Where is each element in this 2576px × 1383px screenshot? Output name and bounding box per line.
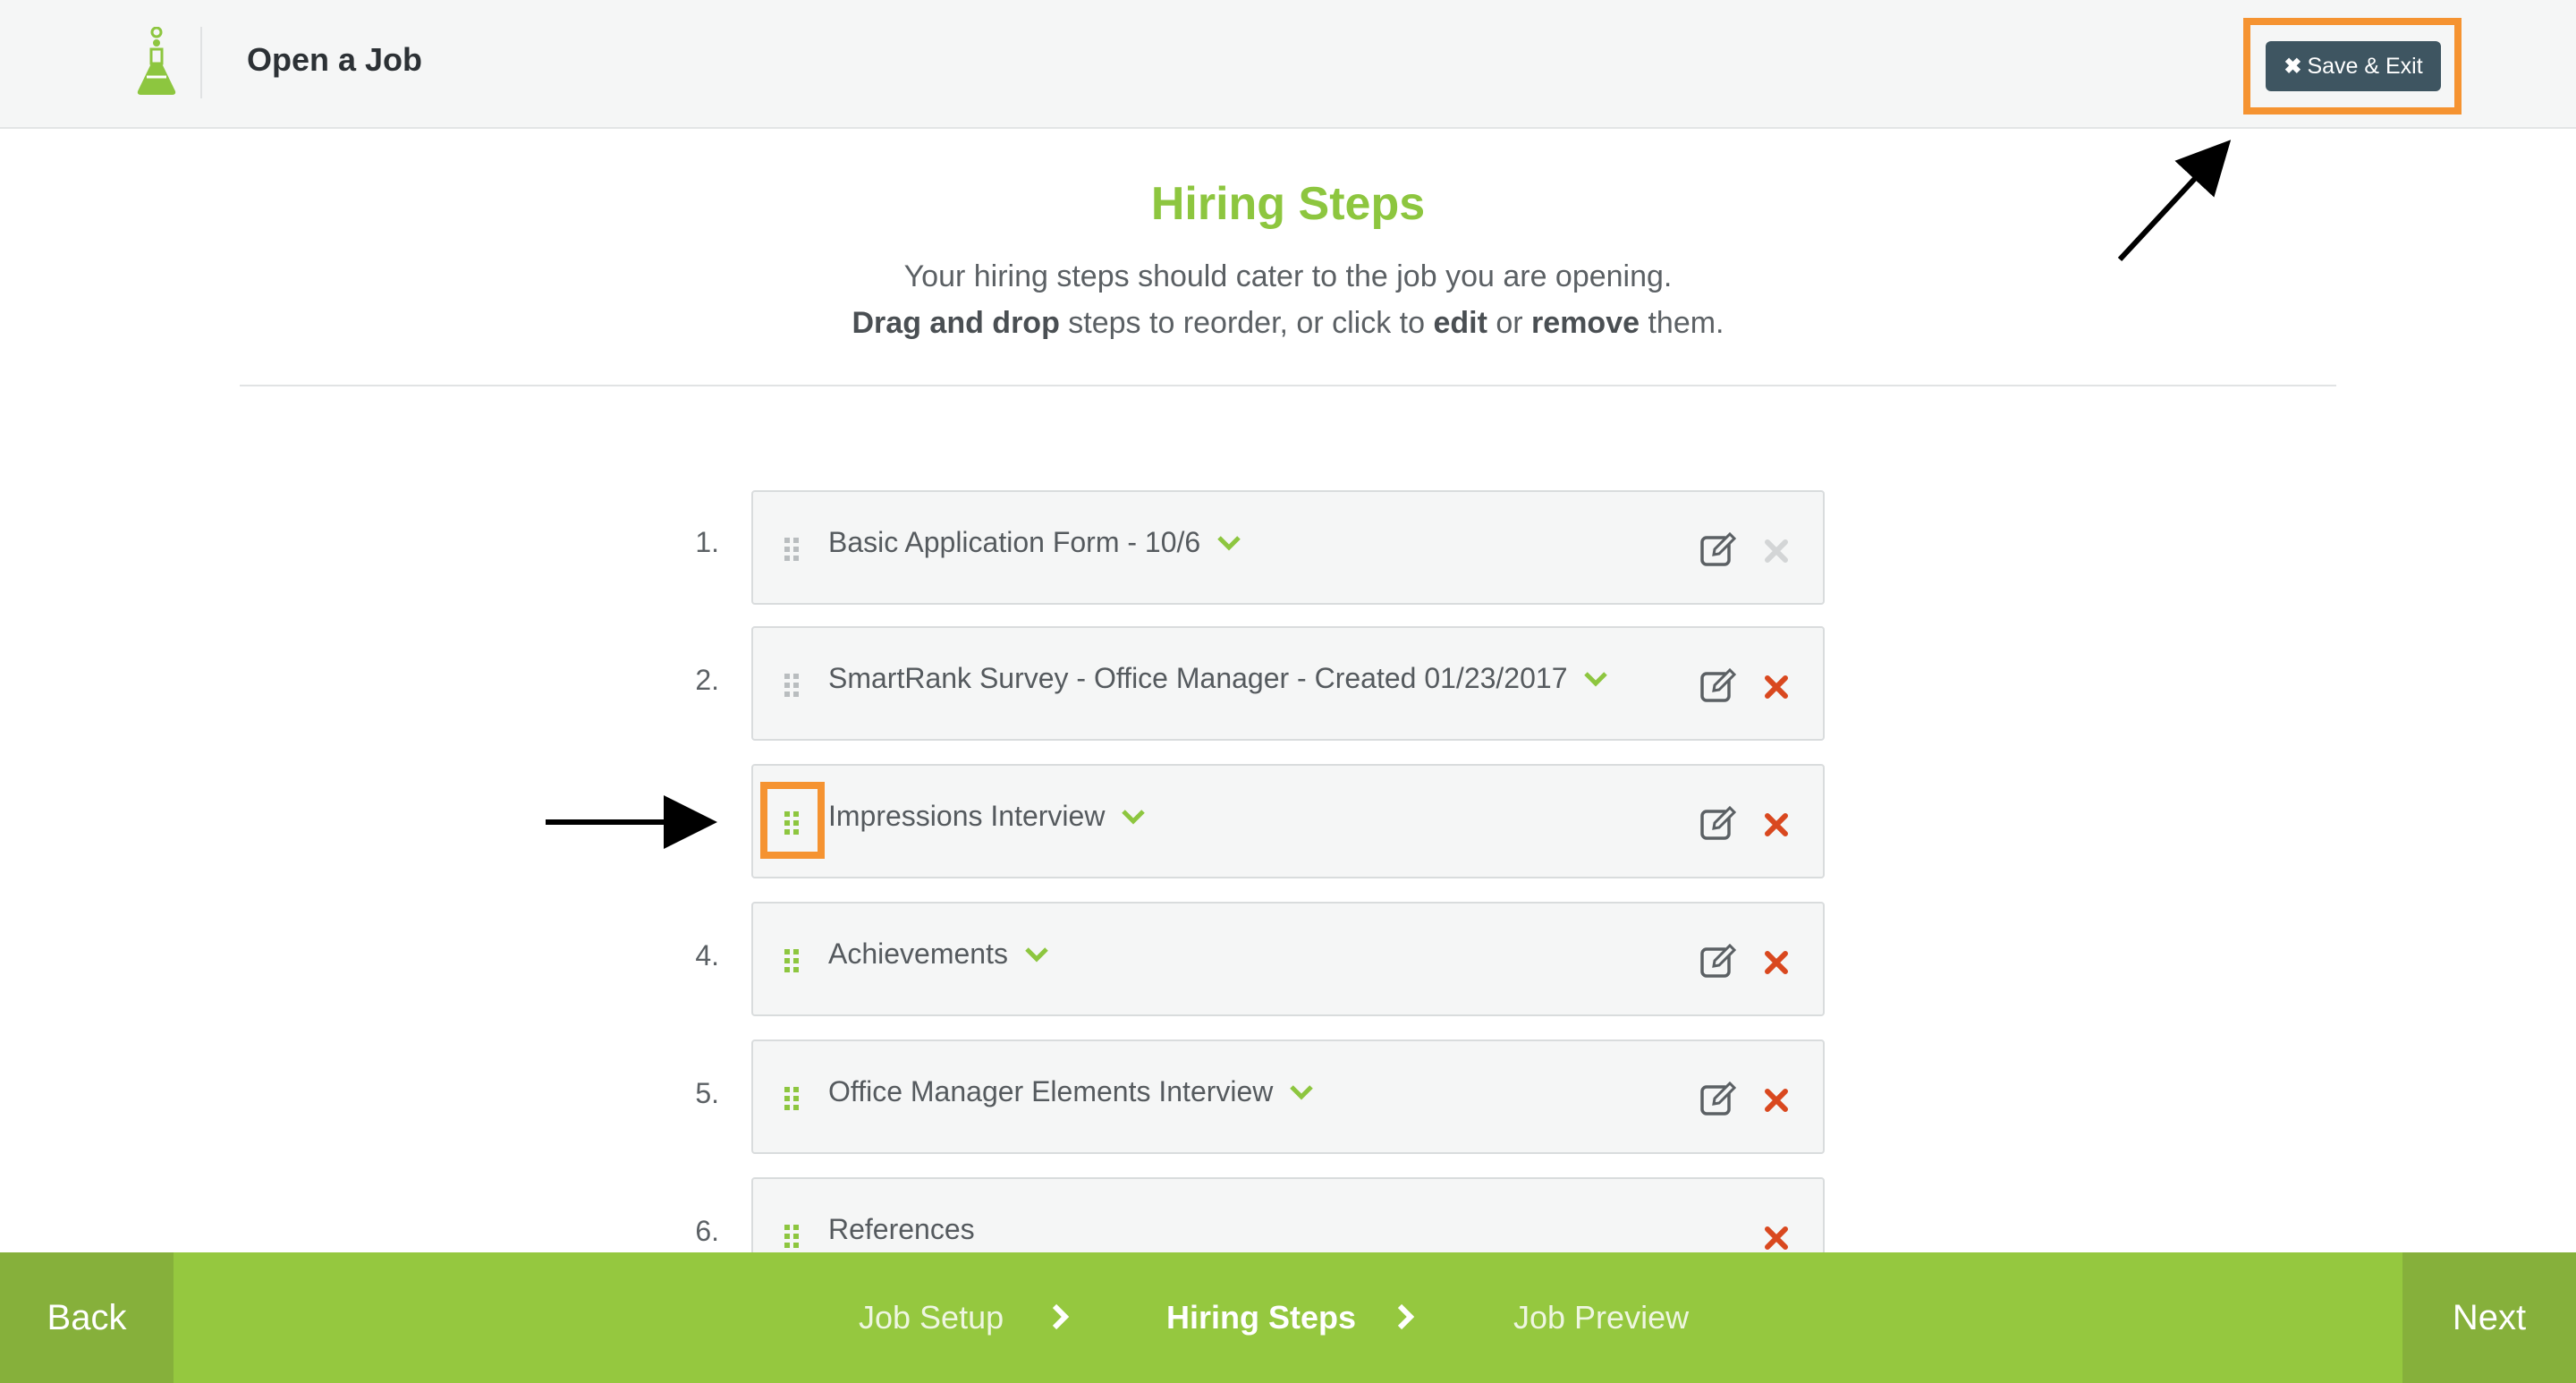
step-label: References — [828, 1213, 975, 1245]
drag-handle-icon[interactable] — [784, 537, 800, 562]
intro-mid-text-2: or — [1487, 306, 1532, 340]
step-label-row: Impressions Interview — [828, 800, 1146, 833]
step-label-row: Office Manager Elements Interview — [828, 1075, 1314, 1108]
logo-divider — [200, 27, 202, 98]
chevron-down-icon[interactable] — [1121, 808, 1146, 826]
step-label: Office Manager Elements Interview — [828, 1075, 1274, 1107]
back-button[interactable]: Back — [0, 1252, 174, 1383]
chevron-right-icon — [1397, 1303, 1415, 1330]
app-window: Open a Job ✖ Save & Exit Hiring Steps Yo… — [0, 0, 2576, 1383]
wizard-footer: Back Job Setup Hiring Steps Job Preview … — [0, 1252, 2576, 1383]
drag-handle-icon[interactable] — [784, 1086, 800, 1111]
remove-x-icon[interactable] — [1764, 675, 1789, 700]
step-number: 6. — [695, 1215, 719, 1247]
remove-x-icon[interactable] — [1764, 1088, 1789, 1113]
step-number: 2. — [695, 664, 719, 696]
step-label: Achievements — [828, 938, 1008, 970]
crumb-job-setup[interactable]: Job Setup — [859, 1299, 1004, 1336]
chevron-down-icon[interactable] — [1024, 946, 1049, 963]
section-title: Hiring Steps — [1150, 178, 1426, 230]
drag-handle-icon[interactable] — [784, 1224, 800, 1249]
step-number: 4. — [695, 939, 719, 971]
edit-icon[interactable] — [1699, 667, 1737, 703]
chevron-down-icon[interactable] — [1289, 1083, 1314, 1101]
intro-remove-text: remove — [1531, 306, 1640, 340]
chevron-down-icon[interactable] — [1216, 534, 1241, 552]
step-label-row: Basic Application Form - 10/6 — [828, 526, 1241, 559]
step-label: SmartRank Survey - Office Manager - Crea… — [828, 662, 1568, 694]
intro-line-2: Drag and drop steps to reorder, or click… — [0, 306, 2576, 341]
drag-handle-icon[interactable] — [784, 810, 800, 836]
step-card[interactable]: Impressions Interview — [751, 764, 1825, 878]
step-number: 1. — [695, 526, 719, 558]
section-divider — [240, 385, 2336, 386]
edit-icon[interactable] — [1699, 943, 1737, 979]
edit-icon[interactable] — [1699, 1081, 1737, 1116]
top-bar: Open a Job ✖ Save & Exit — [0, 0, 2576, 129]
step-label-row: SmartRank Survey - Office Manager - Crea… — [828, 662, 1608, 695]
step-label: Basic Application Form - 10/6 — [828, 526, 1201, 558]
chevron-down-icon[interactable] — [1583, 670, 1608, 688]
edit-icon[interactable] — [1699, 531, 1737, 567]
drag-handle-icon[interactable] — [784, 948, 800, 973]
remove-x-icon[interactable] — [1764, 1226, 1789, 1251]
edit-icon[interactable] — [1699, 805, 1737, 841]
remove-x-icon — [1765, 539, 1788, 563]
drag-handle-icon[interactable] — [784, 673, 800, 698]
intro-end-text: them. — [1640, 306, 1724, 340]
step-label-row: Achievements — [828, 938, 1049, 971]
step-label: Impressions Interview — [828, 800, 1106, 832]
step-card[interactable]: Achievements — [751, 902, 1825, 1016]
step-card[interactable]: Basic Application Form - 10/6 — [751, 490, 1825, 605]
step-card[interactable]: Office Manager Elements Interview — [751, 1039, 1825, 1154]
remove-x-icon[interactable] — [1764, 812, 1789, 837]
crumb-job-preview[interactable]: Job Preview — [1513, 1299, 1689, 1336]
intro-line-1: Your hiring steps should cater to the jo… — [903, 259, 1673, 293]
step-card[interactable]: SmartRank Survey - Office Manager - Crea… — [751, 626, 1825, 741]
page-header-title: Open a Job — [247, 41, 423, 78]
step-label-row: References — [828, 1213, 975, 1246]
chevron-right-icon — [1052, 1303, 1070, 1330]
next-button[interactable]: Next — [2402, 1252, 2576, 1383]
flask-logo-icon — [137, 27, 176, 95]
step-number: 5. — [695, 1077, 719, 1109]
save-exit-label: Save & Exit — [2307, 53, 2423, 79]
save-exit-button[interactable]: ✖ Save & Exit — [2266, 41, 2441, 91]
intro-drag-text: Drag and drop — [852, 306, 1060, 340]
close-icon: ✖ — [2284, 54, 2302, 79]
intro-edit-text: edit — [1433, 306, 1487, 340]
intro-mid-text-1: steps to reorder, or click to — [1059, 306, 1434, 340]
remove-x-icon[interactable] — [1764, 950, 1789, 975]
save-exit-highlight: ✖ Save & Exit — [2243, 18, 2462, 115]
crumb-hiring-steps[interactable]: Hiring Steps — [1166, 1299, 1356, 1336]
